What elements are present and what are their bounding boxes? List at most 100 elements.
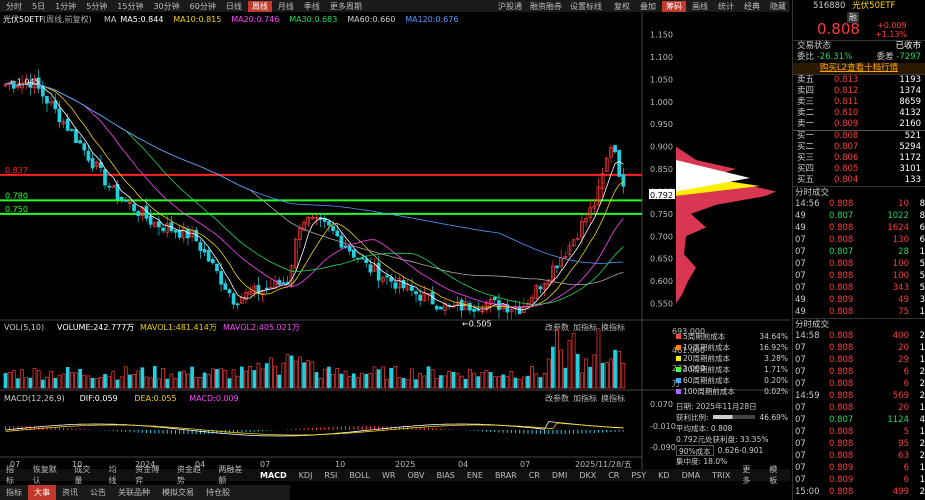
bottom-tab-4[interactable]: 关联品种 <box>112 485 156 500</box>
trade-time: 07 <box>795 247 806 257</box>
toolbar-tool-3[interactable]: 画线 <box>688 1 712 12</box>
period-tab-0[interactable]: 分时 <box>2 1 26 12</box>
trade-price: 0.808 <box>829 259 854 269</box>
trade-price: 0.809 <box>829 295 854 305</box>
volume-bar <box>575 353 580 389</box>
period-tab-3[interactable]: 5分钟 <box>82 1 111 12</box>
volume-bar <box>389 367 393 389</box>
indicator-tab-22[interactable]: DMA <box>676 471 707 480</box>
indicator-tab-3[interactable]: 均线 <box>103 464 130 486</box>
toolbar-right-item-2[interactable]: 设置标线 <box>570 1 602 12</box>
indicator-tab-23[interactable]: TRIX <box>706 471 736 480</box>
asks-volume: 1193 <box>899 75 921 85</box>
current-price: 0.808 <box>817 20 860 38</box>
trade-time: 07 <box>795 463 806 473</box>
period-tab-5[interactable]: 30分钟 <box>149 1 183 12</box>
ma-legend-1: MA5:0.844 <box>120 15 163 24</box>
indicator-tab-15[interactable]: BRAR <box>489 471 523 480</box>
indicator-tab-25[interactable]: 模板 <box>763 464 790 486</box>
indicator-tab-9[interactable]: RSI <box>318 471 343 480</box>
indicator-tab-20[interactable]: PSY <box>625 471 652 480</box>
bids-label: 买五 <box>797 175 815 185</box>
indicator-tab-24[interactable]: 更多 <box>736 464 763 486</box>
toolbar-right-item-1[interactable]: 融资融券 <box>530 1 562 12</box>
trade-volume: 6 <box>903 367 909 377</box>
volume-bar <box>451 372 456 389</box>
toolbar-tool-4[interactable]: 统计 <box>714 1 738 12</box>
trade-row: 07 0.808 100 5 <box>793 258 925 270</box>
indicator-tab-13[interactable]: BIAS <box>430 471 460 480</box>
indicator-tab-14[interactable]: ENE <box>461 471 489 480</box>
ma-legend-6: MA120:0.676 <box>405 15 458 24</box>
toolbar-tool-6[interactable]: 隐藏 <box>766 1 790 12</box>
candle-body <box>123 200 128 202</box>
indicator-tab-21[interactable]: KD <box>652 471 675 480</box>
kline-chart[interactable]: 光伏50ETF (周线,前复权) MA MA5:0.844 MA10:0.815 MA20… <box>0 12 790 469</box>
indicator-tab-12[interactable]: OBV <box>401 471 430 480</box>
price-tick: 0.792 <box>650 191 673 200</box>
indicator-tab-7[interactable]: MACD <box>254 471 293 480</box>
indicator-tab-5[interactable]: 资金趋势 <box>171 464 213 486</box>
period-tab-8[interactable]: 周线 <box>247 0 272 12</box>
trade-count: 5 <box>919 283 925 293</box>
candle-body <box>414 291 418 295</box>
macd-tool-0[interactable]: 改参数 <box>545 393 569 403</box>
indicator-tab-4[interactable]: 资金博弈 <box>129 464 171 486</box>
bids-row: 买一 0.808 521 <box>793 131 925 142</box>
toolbar-tool-0[interactable]: 复权 <box>610 1 634 12</box>
period-tab-11[interactable]: 更多周期 <box>326 1 366 12</box>
period-tab-10[interactable]: 季线 <box>300 1 324 12</box>
bottom-tab-2[interactable]: 资讯 <box>56 485 84 500</box>
indicator-tab-2[interactable]: 成交量 <box>68 464 102 486</box>
candle-body <box>78 140 82 144</box>
indicator-tab-1[interactable]: 恢复默认 <box>27 464 69 486</box>
toolbar-right-item-0[interactable]: 沪股通 <box>498 1 522 12</box>
period-tab-2[interactable]: 1分钟 <box>51 1 80 12</box>
indicator-tab-6[interactable]: 两融差额 <box>212 464 254 486</box>
volume-bar <box>563 367 568 389</box>
indicator-tab-0[interactable]: 指标 <box>0 464 27 486</box>
bottom-tab-1[interactable]: 大事 <box>28 485 56 500</box>
period-tab-4[interactable]: 15分钟 <box>113 1 147 12</box>
toolbar-tool-2[interactable]: 筹码 <box>662 0 686 12</box>
vol-tool-1[interactable]: 加指标 <box>573 322 597 332</box>
period-tab-9[interactable]: 月线 <box>274 1 298 12</box>
indicator-tab-11[interactable]: WR <box>376 471 401 480</box>
volume-bar <box>339 373 344 389</box>
macd-tool-1[interactable]: 加指标 <box>573 393 597 403</box>
trade-count: 1 <box>919 463 925 473</box>
volume-bar <box>53 377 58 389</box>
period-tab-7[interactable]: 日线 <box>222 1 246 12</box>
vol-tool-0[interactable]: 改参数 <box>545 322 569 332</box>
candle-body <box>331 225 335 232</box>
candle-body <box>327 221 331 226</box>
vol-tool-2[interactable]: 换指标 <box>601 322 625 332</box>
trade-row: 49 0.809 49 3 <box>793 294 925 306</box>
bids-volume: 1172 <box>899 153 921 163</box>
candle-body <box>136 211 141 216</box>
l2-link[interactable]: 购买L2查看十档行情 <box>820 63 898 74</box>
indicator-tab-17[interactable]: DMI <box>546 471 573 480</box>
macd-tool-2[interactable]: 换指标 <box>601 393 625 403</box>
bottom-tab-3[interactable]: 公告 <box>84 485 112 500</box>
indicator-tab-8[interactable]: KDJ <box>293 471 319 480</box>
bottom-tab-6[interactable]: 持仓股 <box>200 485 236 500</box>
bids-label: 买二 <box>797 142 815 152</box>
period-tab-6[interactable]: 60分钟 <box>186 1 220 12</box>
candle-body <box>472 308 476 312</box>
chip-range-select[interactable]: 90%成本 <box>676 445 714 456</box>
indicator-tab-16[interactable]: CR <box>523 471 546 480</box>
bottom-tab-0[interactable]: 指标 <box>0 485 28 500</box>
trade-row: 07 0.808 130 6 <box>793 234 925 246</box>
indicator-tab-19[interactable]: CR <box>602 471 625 480</box>
indicator-tab-10[interactable]: BOLL <box>343 471 376 480</box>
toolbar-tool-5[interactable]: 经典 <box>740 1 764 12</box>
trade-volume: 49 <box>898 295 909 305</box>
bottom-tab-5[interactable]: 模拟交易 <box>156 485 200 500</box>
price-tick: 0.550 <box>650 300 673 309</box>
trade-count: 1 <box>919 427 925 437</box>
indicator-tab-18[interactable]: DKX <box>573 471 602 480</box>
toolbar-tool-1[interactable]: 叠加 <box>636 1 660 12</box>
trade-price: 0.808 <box>829 403 854 413</box>
period-tab-1[interactable]: 5日 <box>28 1 49 12</box>
